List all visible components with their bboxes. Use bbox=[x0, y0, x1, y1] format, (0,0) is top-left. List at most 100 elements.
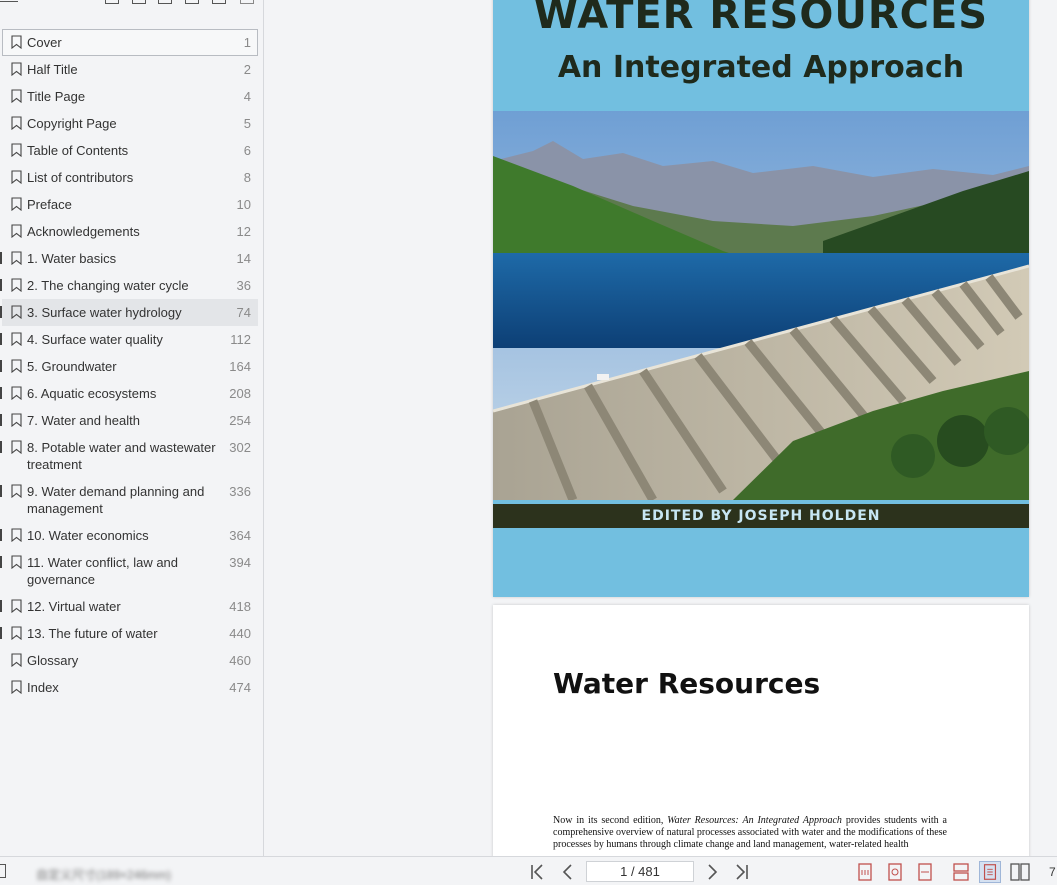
bookmark-item[interactable]: 5. Groundwater 164 bbox=[0, 353, 258, 380]
two-page-view-icon[interactable] bbox=[1009, 861, 1031, 883]
bookmark-item[interactable]: 11. Water conflict, law and governance 39… bbox=[0, 549, 258, 593]
bookmark-icon bbox=[11, 62, 22, 76]
bookmark-icon bbox=[11, 680, 22, 694]
bookmark-item[interactable]: 4. Surface water quality 112 bbox=[0, 326, 258, 353]
bookmark-page-number: 14 bbox=[236, 251, 251, 266]
bookmark-icon bbox=[11, 528, 22, 542]
expand-marker-icon[interactable] bbox=[0, 441, 2, 453]
bookmark-label: 13. The future of water bbox=[27, 626, 158, 641]
bookmark-item[interactable]: Cover 1 bbox=[2, 29, 258, 56]
bookmark-icon bbox=[11, 359, 22, 373]
bookmark-icon bbox=[11, 197, 22, 211]
bookmark-label: Title Page bbox=[27, 89, 86, 104]
bookmark-item[interactable]: 6. Aquatic ecosystems 208 bbox=[0, 380, 258, 407]
bookmark-label: List of contributors bbox=[27, 170, 134, 185]
delete-bookmark-icon[interactable] bbox=[212, 0, 226, 4]
bookmark-label: 5. Groundwater bbox=[27, 359, 117, 374]
bookmark-item[interactable]: 3. Surface water hydrology 74 bbox=[0, 299, 258, 326]
bookmark-item[interactable]: Copyright Page 5 bbox=[2, 110, 258, 137]
bookmark-item[interactable]: 8. Potable water and wastewater treatmen… bbox=[0, 434, 258, 478]
expand-marker-icon[interactable] bbox=[0, 333, 2, 345]
actual-size-icon[interactable] bbox=[854, 861, 876, 883]
bookmark-page-number: 2 bbox=[243, 62, 251, 77]
bookmark-page-number: 6 bbox=[243, 143, 251, 158]
bookmark-page-number: 164 bbox=[229, 359, 251, 374]
expand-marker-icon[interactable] bbox=[0, 627, 2, 639]
bookmark-list: Cover 1 Half Title 2 Title Page 4 Copyright Pa… bbox=[0, 29, 258, 701]
bookmark-page-number: 1 bbox=[243, 35, 251, 50]
expand-marker-icon[interactable] bbox=[0, 556, 2, 568]
bookmark-item[interactable]: Glossary 460 bbox=[2, 647, 258, 674]
cover-page: WATER RESOURCES An Integrated Approach E… bbox=[493, 0, 1029, 597]
half-title-heading: Water Resources bbox=[553, 667, 821, 700]
bookmark-label: 10. Water economics bbox=[27, 528, 149, 543]
bookmark-icon[interactable] bbox=[158, 0, 172, 4]
bookmark-item[interactable]: 1. Water basics 14 bbox=[0, 245, 258, 272]
expand-marker-icon[interactable] bbox=[0, 360, 2, 372]
bookmark-icon bbox=[11, 116, 22, 130]
bookmark-item[interactable]: 10. Water economics 364 bbox=[0, 522, 258, 549]
next-page-icon[interactable] bbox=[702, 862, 722, 882]
continuous-scroll-icon[interactable] bbox=[950, 861, 972, 883]
fit-width-icon[interactable] bbox=[914, 861, 936, 883]
bookmark-item[interactable]: 12. Virtual water 418 bbox=[0, 593, 258, 620]
bookmark-icon bbox=[11, 332, 22, 346]
bookmark-item[interactable]: 9. Water demand planning and management 3… bbox=[0, 478, 258, 522]
expand-marker-icon[interactable] bbox=[0, 252, 2, 264]
bookmark-label: 1. Water basics bbox=[27, 251, 117, 266]
bookmark-item[interactable]: Index 474 bbox=[2, 674, 258, 701]
bookmark-page-number: 394 bbox=[229, 555, 251, 570]
bookmark-item[interactable]: Preface 10 bbox=[2, 191, 258, 218]
bookmark-item[interactable]: Acknowledgements 12 bbox=[2, 218, 258, 245]
first-page-icon[interactable] bbox=[527, 862, 547, 882]
bookmark-item[interactable]: Title Page 4 bbox=[2, 83, 258, 110]
single-page-view-button[interactable] bbox=[979, 861, 1001, 883]
half-title-page: Water Resources Now in its second editio… bbox=[493, 605, 1029, 856]
bookmark-page-number: 4 bbox=[243, 89, 251, 104]
bookmark-page-number: 474 bbox=[229, 680, 251, 695]
bookmark-icon bbox=[11, 170, 22, 184]
last-page-icon[interactable] bbox=[732, 862, 752, 882]
bookmark-page-number: 440 bbox=[229, 626, 251, 641]
expand-marker-icon[interactable] bbox=[0, 485, 2, 497]
bookmark-label: Table of Contents bbox=[27, 143, 129, 158]
page-size-label: 自定义尺寸(189×246mm) bbox=[36, 868, 172, 882]
zoom-value[interactable]: 7 bbox=[1049, 865, 1056, 879]
page-number-input[interactable]: 1 / 481 bbox=[586, 861, 694, 882]
bookmark-label: Glossary bbox=[27, 653, 79, 668]
bookmark-item[interactable]: 7. Water and health 254 bbox=[0, 407, 258, 434]
expand-marker-icon[interactable] bbox=[0, 387, 2, 399]
bookmark-page-number: 12 bbox=[236, 224, 251, 239]
bookmark-label: 12. Virtual water bbox=[27, 599, 121, 614]
bookmark-add-icon[interactable] bbox=[185, 0, 199, 4]
close-sidebar-icon[interactable] bbox=[240, 0, 254, 4]
expand-all-icon[interactable] bbox=[105, 0, 119, 4]
expand-marker-icon[interactable] bbox=[0, 600, 2, 612]
bookmark-item[interactable]: Table of Contents 6 bbox=[2, 137, 258, 164]
collapse-all-icon[interactable] bbox=[132, 0, 146, 4]
fit-page-icon[interactable] bbox=[884, 861, 906, 883]
bookmark-item[interactable]: 2. The changing water cycle 36 bbox=[0, 272, 258, 299]
bookmark-item[interactable]: 13. The future of water 440 bbox=[0, 620, 258, 647]
status-bar: 自定义尺寸(189×246mm) 1 / 481 7 bbox=[0, 856, 1057, 885]
sidebar-toggle-icon[interactable] bbox=[0, 864, 6, 878]
bookmark-label: 11. Water conflict, law and governance bbox=[27, 555, 179, 587]
bookmark-label: 6. Aquatic ecosystems bbox=[27, 386, 157, 401]
bookmark-page-number: 36 bbox=[236, 278, 251, 293]
cover-subtitle: An Integrated Approach bbox=[557, 50, 965, 85]
expand-marker-icon[interactable] bbox=[0, 414, 2, 426]
bookmark-item[interactable]: Half Title 2 bbox=[2, 56, 258, 83]
bookmark-icon bbox=[11, 251, 22, 265]
previous-page-icon[interactable] bbox=[558, 862, 578, 882]
bookmark-page-number: 418 bbox=[229, 599, 251, 614]
bookmark-label: Preface bbox=[27, 197, 72, 212]
bookmark-item[interactable]: List of contributors 8 bbox=[2, 164, 258, 191]
expand-marker-icon[interactable] bbox=[0, 279, 2, 291]
expand-marker-icon[interactable] bbox=[0, 529, 2, 541]
document-view[interactable]: WATER RESOURCES An Integrated Approach E… bbox=[265, 0, 1057, 856]
expand-marker-icon[interactable] bbox=[0, 306, 2, 318]
bookmark-label: 9. Water demand planning and management bbox=[27, 484, 205, 516]
bookmark-icon bbox=[11, 224, 22, 238]
bookmark-icon bbox=[11, 555, 22, 569]
bookmark-icon bbox=[11, 626, 22, 640]
